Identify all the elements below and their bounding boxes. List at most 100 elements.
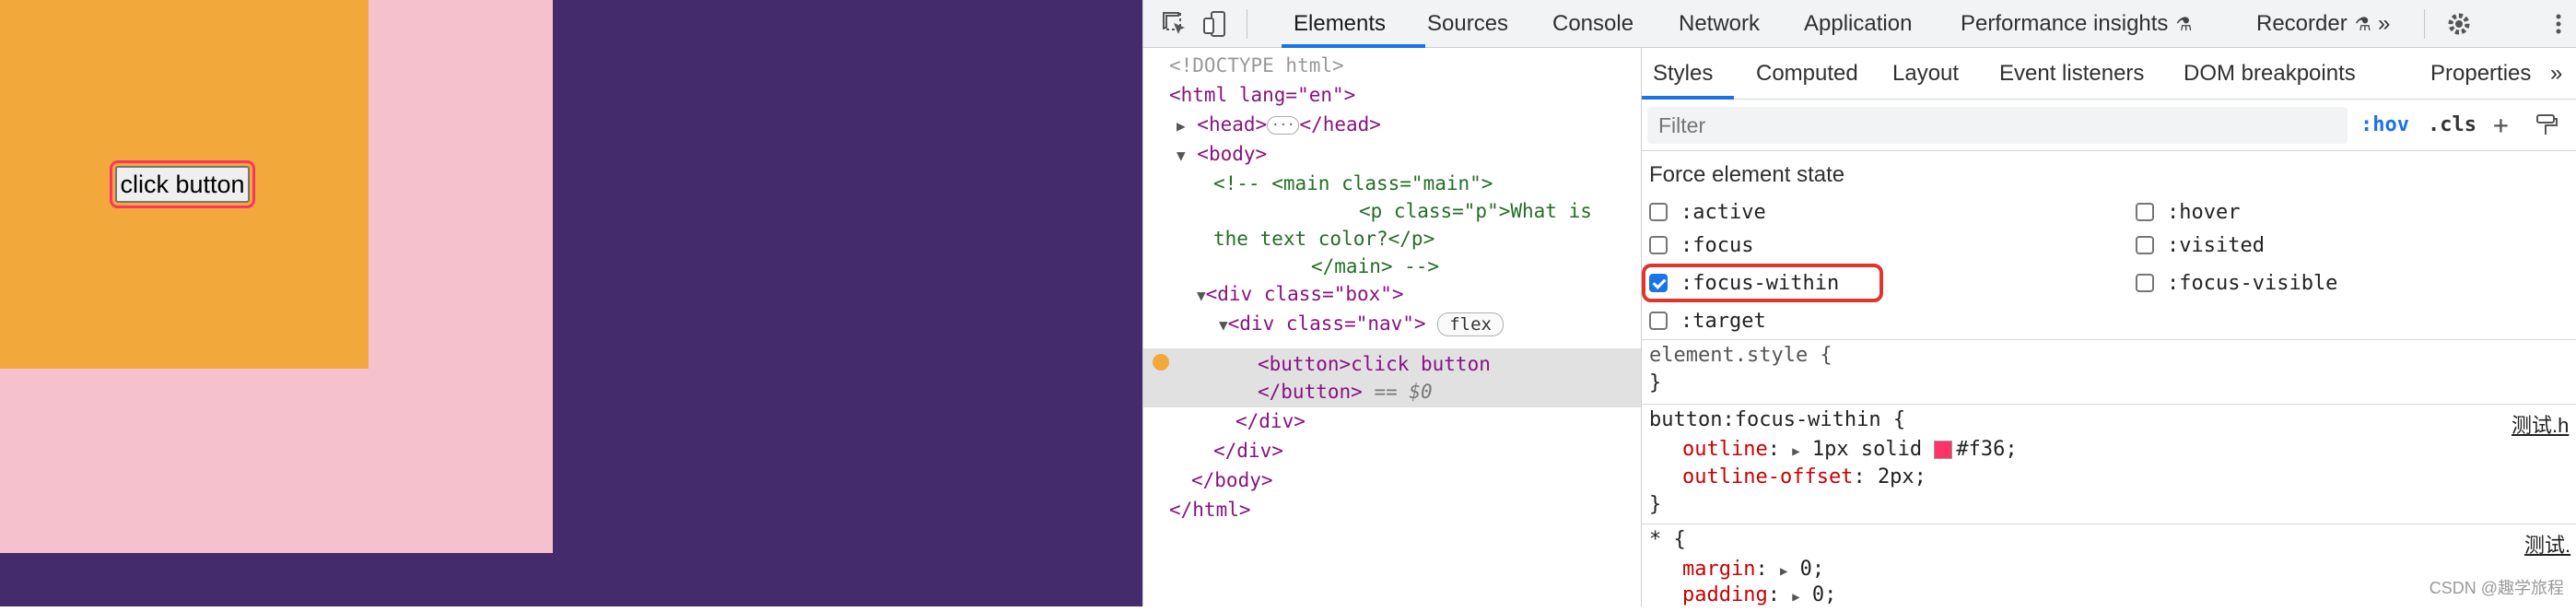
tab-performance-insights[interactable]: Performance insights ⚗ bbox=[1961, 0, 2192, 48]
expand-icon[interactable]: ▶ bbox=[1780, 564, 1787, 579]
device-toolbar-icon[interactable] bbox=[1200, 9, 1230, 39]
subtab-dom-breakpoints[interactable]: DOM breakpoints bbox=[2184, 48, 2356, 100]
more-tabs-button[interactable]: » bbox=[2378, 0, 2390, 48]
dom-div-box[interactable]: ▼<div class="box"> bbox=[1197, 280, 1404, 308]
state-focus-visible[interactable]: :focus-visible bbox=[2136, 266, 2337, 300]
prop-value: 2px; bbox=[1877, 465, 1926, 488]
element-style-selector[interactable]: element.style { bbox=[1649, 341, 1832, 371]
ellipsis-icon[interactable]: ··· bbox=[1267, 116, 1300, 135]
rule2-selector[interactable]: * { bbox=[1649, 525, 1686, 555]
state-label: :visited bbox=[2167, 233, 2265, 257]
state-label: :target bbox=[1680, 309, 1766, 333]
click-button[interactable]: click button bbox=[110, 160, 255, 208]
comment-text-1: <!-- <main class="main"> bbox=[1213, 172, 1493, 194]
state-label: :active bbox=[1680, 200, 1766, 224]
checkbox[interactable] bbox=[2136, 236, 2154, 254]
expand-icon[interactable]: ▶ bbox=[1792, 444, 1799, 459]
expand-icon[interactable]: ▶ bbox=[1177, 117, 1186, 135]
checkbox[interactable] bbox=[1649, 236, 1668, 254]
body-close-tag: </body> bbox=[1191, 469, 1273, 491]
dom-comment-line-2[interactable]: <p class="p">What is bbox=[1359, 197, 1592, 225]
expand-icon[interactable]: ▶ bbox=[1792, 590, 1799, 605]
dom-button-close[interactable]: </button> == $0 bbox=[1258, 378, 1433, 406]
tab-application[interactable]: Application bbox=[1804, 0, 1912, 48]
subtab-layout[interactable]: Layout bbox=[1892, 48, 1959, 100]
experiment-icon: ⚗ bbox=[2354, 14, 2371, 35]
subtab-properties[interactable]: Properties bbox=[2430, 48, 2531, 100]
force-state-title: Force element state bbox=[1649, 162, 1845, 187]
cls-toggle-button[interactable]: .cls bbox=[2428, 100, 2476, 151]
state-hover[interactable]: :hover bbox=[2136, 195, 2240, 229]
subtab-styles[interactable]: Styles bbox=[1653, 48, 1713, 100]
state-label: :hover bbox=[2167, 200, 2241, 224]
collapse-icon[interactable]: ▼ bbox=[1177, 147, 1186, 164]
subtab-computed[interactable]: Computed bbox=[1756, 48, 1858, 100]
doctype-text: <!DOCTYPE html> bbox=[1169, 54, 1344, 76]
dom-doctype[interactable]: <!DOCTYPE html> bbox=[1169, 52, 1344, 79]
dom-div-box-close[interactable]: </div> bbox=[1213, 437, 1283, 465]
div-close-tag: </div> bbox=[1235, 410, 1306, 432]
tab-recorder[interactable]: Recorder ⚗ bbox=[2256, 0, 2371, 48]
flex-badge[interactable]: flex bbox=[1437, 312, 1504, 336]
rule1-prop-outline[interactable]: outline: ▶ 1px solid #f36; bbox=[1682, 435, 2018, 465]
checkbox[interactable] bbox=[1649, 312, 1668, 330]
tab-elements[interactable]: Elements bbox=[1294, 0, 1386, 48]
dom-div-nav[interactable]: ▼<div class="nav"> flex bbox=[1219, 310, 1504, 337]
collapse-icon[interactable]: ▼ bbox=[1219, 316, 1228, 334]
element-style-text: element.style { bbox=[1649, 344, 1832, 367]
checkbox[interactable] bbox=[2136, 203, 2154, 221]
tab-performance-insights-label: Performance insights bbox=[1961, 11, 2169, 36]
tab-network[interactable]: Network bbox=[1679, 0, 1760, 48]
dom-html[interactable]: <html lang="en"> bbox=[1169, 81, 1355, 109]
subtab-more-button[interactable]: » bbox=[2550, 48, 2562, 100]
prop-value: 0; bbox=[1799, 558, 1825, 581]
rule1-prop-outline-offset[interactable]: outline-offset: 2px; bbox=[1682, 463, 1926, 492]
comment-text-2: <p class="p">What is bbox=[1359, 200, 1592, 222]
prop-color: #f36 bbox=[1956, 438, 2006, 461]
head-open-tag: <head> bbox=[1197, 113, 1268, 135]
rule2-source-link[interactable]: 测试. bbox=[2524, 529, 2570, 559]
hov-toggle-button[interactable]: :hov bbox=[2360, 100, 2409, 151]
more-options-icon[interactable] bbox=[2547, 9, 2570, 39]
div-close-tag: </div> bbox=[1213, 440, 1283, 462]
collapse-icon[interactable]: ▼ bbox=[1197, 287, 1206, 304]
tab-sources[interactable]: Sources bbox=[1427, 0, 1508, 48]
dom-button[interactable]: <button>click button bbox=[1258, 350, 1491, 378]
dom-div-nav-close[interactable]: </div> bbox=[1235, 407, 1306, 435]
elements-tree: <!DOCTYPE html> <html lang="en"> ▶ <head… bbox=[1143, 48, 1641, 606]
rule1-close: } bbox=[1649, 493, 1662, 516]
comment-text-3: the text color?</p> bbox=[1213, 228, 1435, 250]
state-active[interactable]: :active bbox=[1649, 195, 1766, 229]
new-rule-icon[interactable]: + bbox=[2493, 100, 2509, 151]
color-swatch[interactable] bbox=[1934, 441, 1953, 459]
state-visited[interactable]: :visited bbox=[2136, 229, 2265, 262]
rule2-prop-padding[interactable]: padding: ▶ 0; bbox=[1682, 581, 1836, 610]
prop-name: outline-offset bbox=[1682, 465, 1854, 488]
dom-comment-line-1[interactable]: <!-- <main class="main"> bbox=[1213, 170, 1493, 197]
annotation-highlight-box bbox=[1642, 264, 1883, 302]
dom-body-close[interactable]: </body> bbox=[1191, 466, 1273, 494]
rule-divider bbox=[1642, 404, 2576, 405]
dom-head[interactable]: ▶ <head> ··· </head> bbox=[1177, 111, 1381, 138]
dom-comment-line-4[interactable]: </main> --> bbox=[1311, 253, 1439, 280]
checkbox[interactable] bbox=[1649, 203, 1668, 221]
state-target[interactable]: :target bbox=[1649, 304, 1766, 337]
dom-comment-line-3[interactable]: the text color?</p> bbox=[1213, 225, 1434, 253]
rule1-selector[interactable]: button:focus-within { bbox=[1649, 406, 1905, 435]
sidebar-tabs: Styles Computed Layout Event listeners D… bbox=[1642, 48, 2576, 100]
dom-body[interactable]: ▼ <body> bbox=[1177, 140, 1267, 168]
checkbox[interactable] bbox=[2136, 274, 2154, 292]
rule1-source-link[interactable]: 测试.h bbox=[2512, 409, 2569, 439]
inspect-element-icon[interactable] bbox=[1160, 9, 1189, 39]
element-style-close: } bbox=[1649, 371, 1662, 394]
state-focus[interactable]: :focus bbox=[1649, 229, 1753, 262]
dom-html-close[interactable]: </html> bbox=[1169, 496, 1251, 524]
gear-icon[interactable] bbox=[2444, 9, 2474, 39]
prop-name: outline bbox=[1682, 438, 1768, 461]
subtab-event-listeners[interactable]: Event listeners bbox=[1999, 48, 2144, 100]
paint-icon[interactable] bbox=[2534, 112, 2559, 138]
styles-filter-input[interactable] bbox=[1647, 107, 2348, 144]
head-close-tag: </head> bbox=[1299, 113, 1381, 135]
devtools-toolbar: Elements Sources Console Network Applica… bbox=[1143, 0, 2576, 48]
tab-console[interactable]: Console bbox=[1552, 0, 1633, 48]
